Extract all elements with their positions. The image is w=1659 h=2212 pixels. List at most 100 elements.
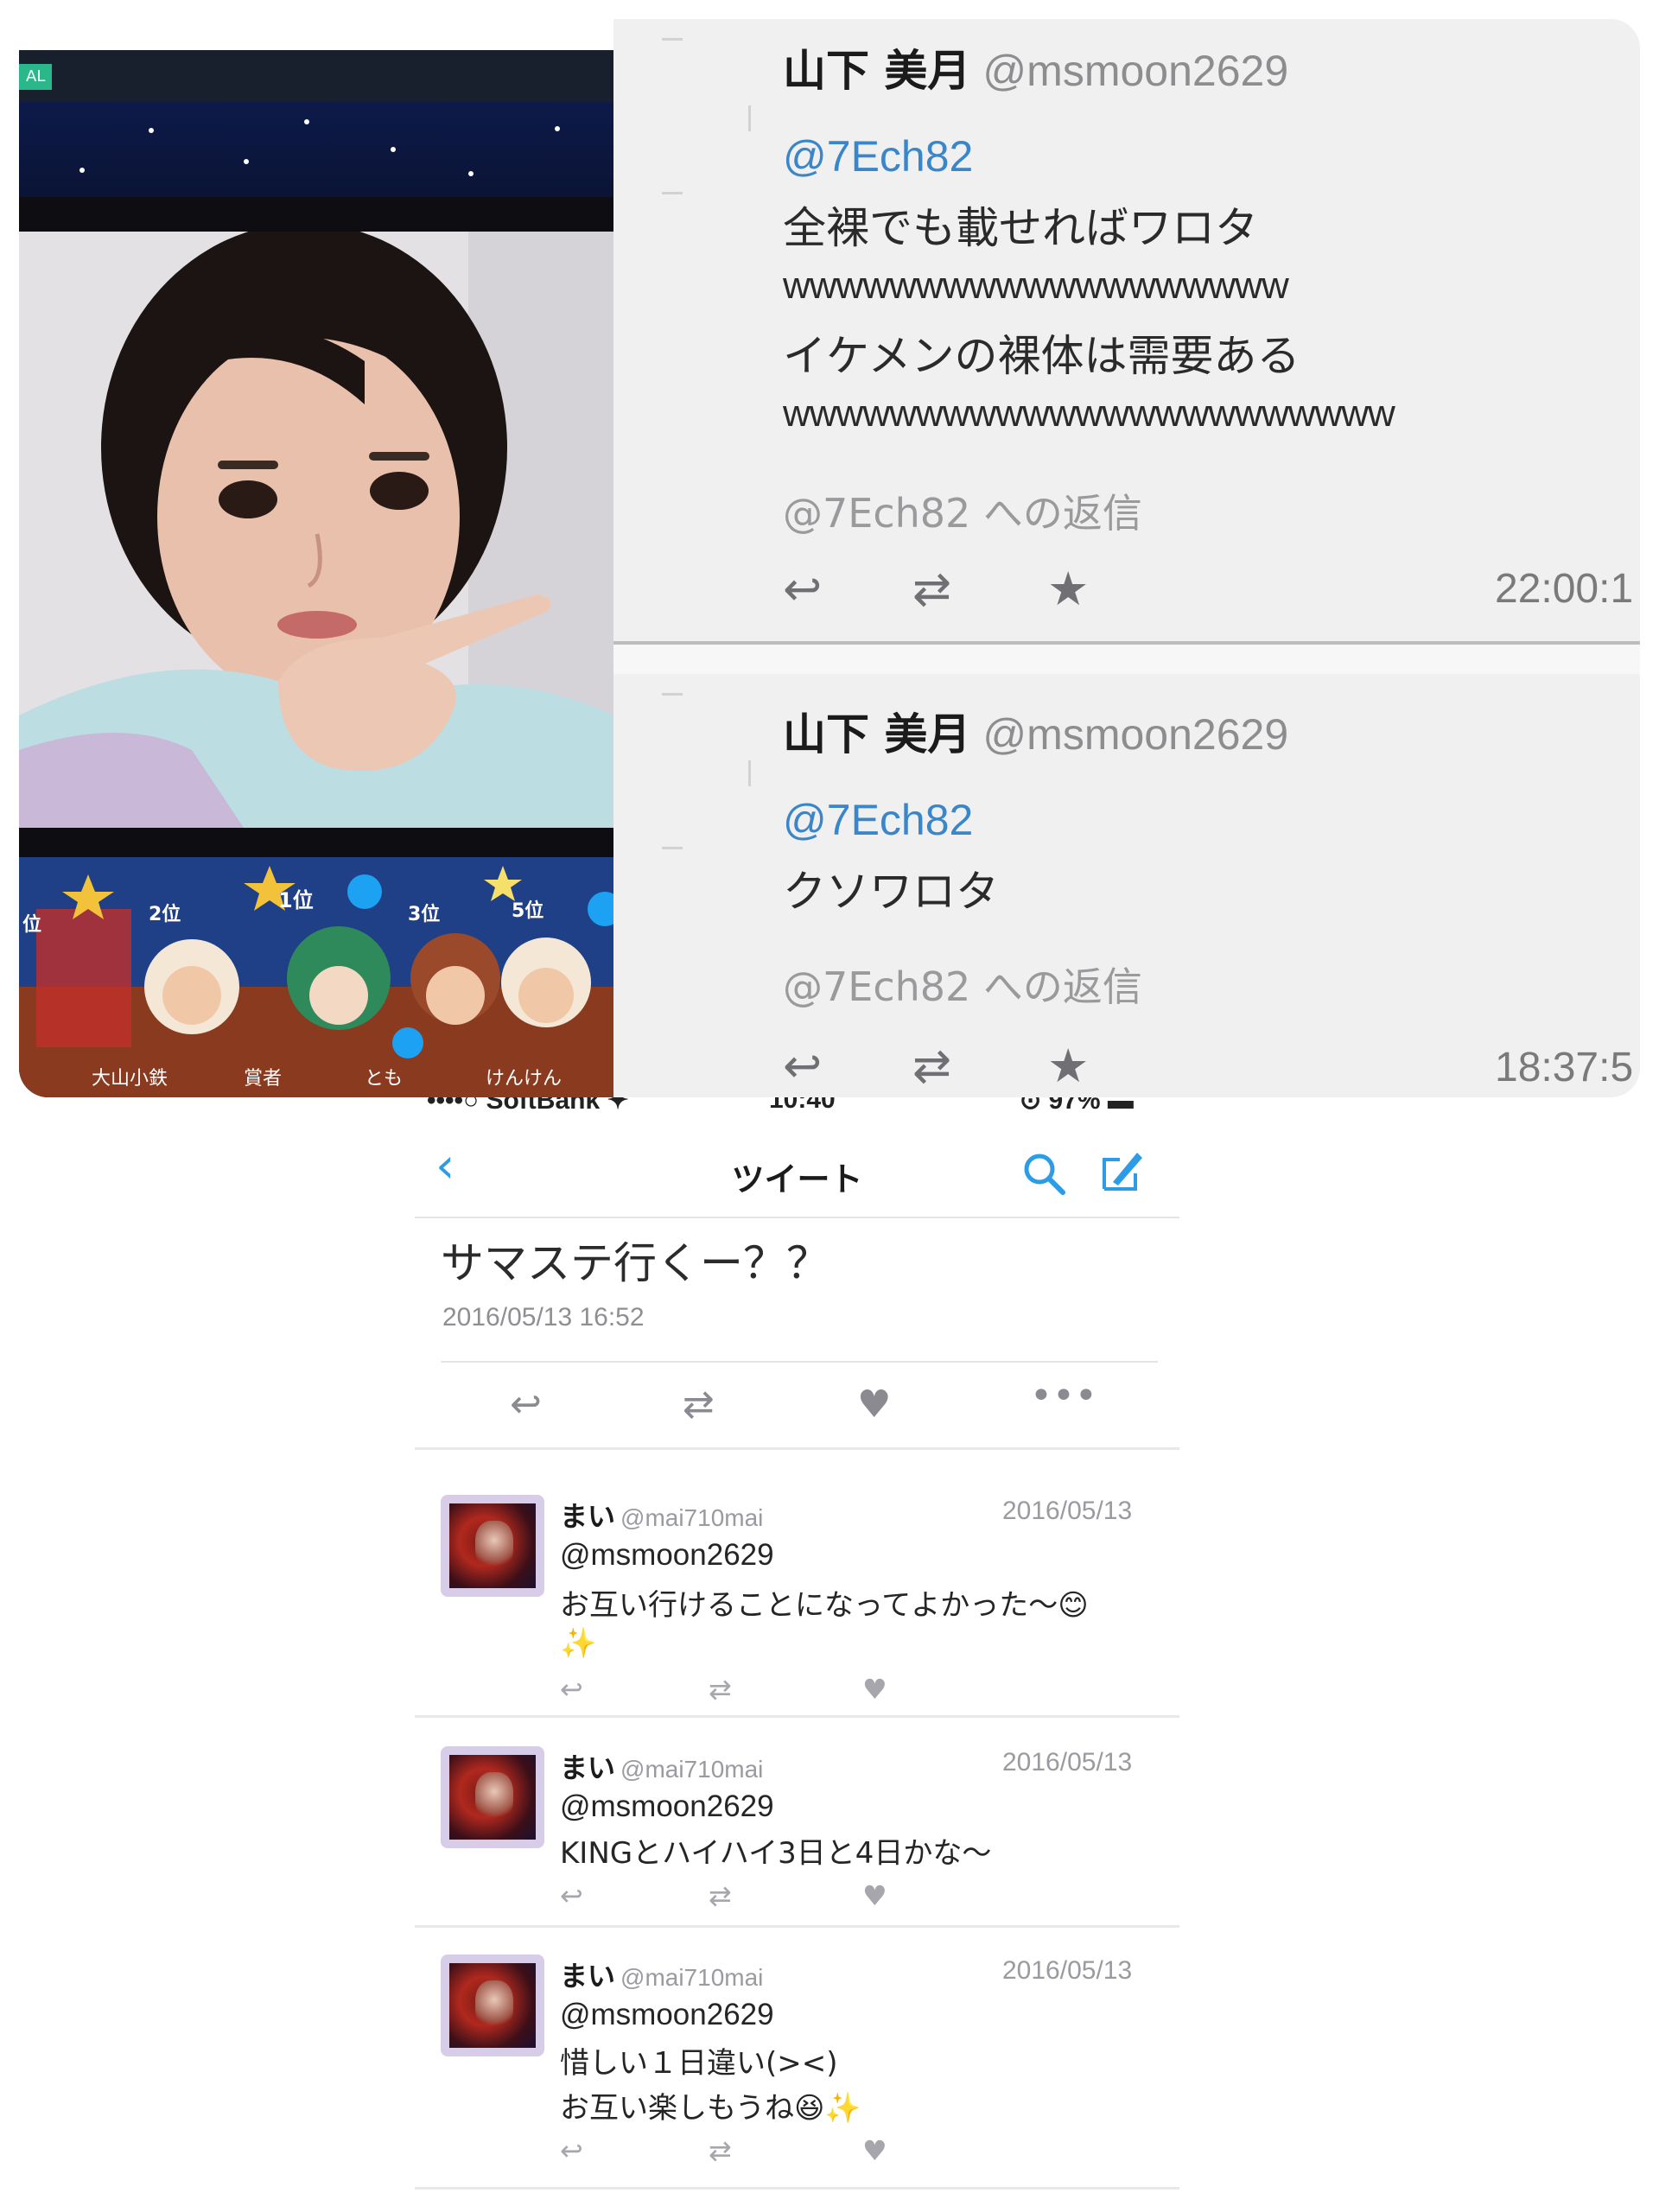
reply-date: 2016/05/13 [1002, 1497, 1133, 1525]
reply-text-line: KINGとハイハイ3日と4日かな〜 [560, 1836, 992, 1871]
heart-icon[interactable]: ♥ [857, 1382, 891, 1427]
video-header-bar [19, 50, 613, 102]
reply-icon[interactable]: ↩ [560, 1879, 583, 1912]
carrier-label: ••••○ SoftBank ✦ [427, 1097, 629, 1115]
reply-tweet[interactable]: まい @mai710mai 2016/05/13 @msmoon2629 お互い行… [415, 1469, 1179, 1718]
mention-link[interactable]: @7Ech82 [783, 795, 973, 845]
player-name: 賞者 [244, 1068, 283, 1090]
retweet-icon[interactable]: ⇄ [912, 562, 951, 616]
video-letterbox-top [19, 197, 613, 232]
reply-icon[interactable]: ↩ [560, 1673, 583, 1706]
tweet-text-line: wwwwwwwwwwwwwwwwwww [783, 264, 1289, 307]
mention-link[interactable]: @msmoon2629 [560, 1998, 774, 2032]
star-icon[interactable]: ★ [1047, 1039, 1089, 1093]
reply-author-name: まい [560, 1751, 616, 1784]
thread-line-fragment [662, 38, 683, 41]
in-reply-to-label[interactable]: @7Ech82 への返信 [783, 482, 1142, 539]
heart-icon[interactable]: ♥ [862, 1673, 887, 1706]
thread-line-fragment [662, 693, 683, 696]
reply-date: 2016/05/13 [1002, 1956, 1133, 1985]
reply-icon[interactable]: ↩ [783, 562, 822, 616]
avatar[interactable] [441, 1746, 544, 1848]
thread-line-fragment [662, 847, 683, 849]
tweet-gap [613, 645, 1640, 674]
status-bar: ••••○ SoftBank ✦ 10:40 ⊙ 97% ▬ [415, 1097, 1179, 1123]
retweet-icon[interactable]: ⇄ [709, 1673, 732, 1706]
live-stream-video: AL 2位 1位 3位 5位 位 大山小鉄 賞者 とも けんけん [19, 19, 613, 1097]
reply-author-handle: @mai710mai [620, 1504, 764, 1531]
author-name: 山下 美月 [783, 709, 971, 760]
game-ranking-strip: 2位 1位 3位 5位 位 大山小鉄 賞者 とも けんけん [19, 857, 613, 1097]
enlarged-tweet: 山下 美月 @msmoon2629 @7Ech82 全裸でも載せればワロタ www… [613, 19, 1640, 641]
thread-line-fragment [748, 105, 751, 131]
reply-tweet[interactable]: まい @mai710mai 2016/05/13 @msmoon2629 惜しい１… [415, 1930, 1179, 2190]
avatar[interactable] [441, 1955, 544, 2056]
streamer-figure [19, 232, 613, 828]
tweet-actions: ↩ ⇄ ★ [783, 1039, 1094, 1093]
reply-text-line: 惜しい１日違い(><) [560, 2046, 838, 2081]
rank-label: 3位 [408, 904, 441, 925]
rank-label: 5位 [512, 900, 544, 922]
tweet-time: 22:00:1 [1495, 566, 1634, 612]
tweet-time: 18:37:5 [1495, 1045, 1634, 1090]
video-letterbox-bottom [19, 828, 613, 857]
search-icon[interactable] [1020, 1149, 1068, 1198]
thread-line-fragment [748, 760, 751, 786]
main-tweet-actions: ↩ ⇄ ♥ ••• [415, 1363, 1179, 1450]
retweet-icon[interactable]: ⇄ [912, 1039, 951, 1093]
player-name: とも [365, 1068, 404, 1090]
author-handle: @msmoon2629 [982, 47, 1289, 95]
clock: 10:40 [769, 1097, 836, 1114]
reply-icon[interactable]: ↩ [783, 1039, 822, 1093]
tweet-author[interactable]: 山下 美月 @msmoon2629 [783, 700, 1288, 762]
reply-author[interactable]: まい @mai710mai [560, 1746, 763, 1786]
in-reply-to-label[interactable]: @7Ech82 への返信 [783, 956, 1142, 1013]
retweet-icon[interactable]: ⇄ [709, 1879, 732, 1912]
reply-author-handle: @mai710mai [620, 1756, 764, 1783]
star-icon[interactable]: ★ [1047, 562, 1089, 616]
compose-icon[interactable] [1097, 1147, 1146, 1196]
player-name: けんけん [486, 1068, 563, 1090]
reply-author[interactable]: まい @mai710mai [560, 1495, 763, 1535]
tweet-text-line: クソワロタ [783, 867, 999, 917]
thread-line-fragment [662, 192, 683, 194]
tweet-text-line: イケメンの裸体は需要ある [783, 331, 1300, 381]
rank-label: 位 [22, 914, 42, 936]
live-badge: AL [19, 64, 53, 90]
avatar[interactable] [441, 1495, 544, 1597]
tweet-actions: ↩ ⇄ ★ [783, 562, 1094, 616]
reply-icon[interactable]: ↩ [560, 2134, 583, 2167]
rank-label: 2位 [149, 904, 181, 925]
star-background-strip [19, 102, 613, 197]
heart-icon[interactable]: ♥ [862, 1879, 887, 1912]
reply-author-name: まい [560, 1960, 616, 1993]
player-name: 大山小鉄 [92, 1068, 168, 1090]
reply-author[interactable]: まい @mai710mai [560, 1955, 763, 1994]
divider [441, 1361, 1158, 1363]
game-characters [19, 857, 613, 1097]
reply-text-line: お互い行けることになってよかった〜😊 [560, 1588, 1089, 1623]
streamer-video-frame [19, 232, 613, 828]
reply-author-handle: @mai710mai [620, 1964, 764, 1991]
battery-indicator: ⊙ 97% ▬ [1020, 1097, 1134, 1115]
author-handle: @msmoon2629 [982, 710, 1289, 759]
mention-link[interactable]: @msmoon2629 [560, 1538, 774, 1573]
nav-bar: ‹ ツイート [415, 1123, 1179, 1218]
main-tweet-text: サマステ行くー？？ [441, 1238, 830, 1288]
twitter-app-screenshot: ••••○ SoftBank ✦ 10:40 ⊙ 97% ▬ ‹ ツイート サマ… [415, 1097, 1179, 2212]
more-icon[interactable]: ••• [1030, 1374, 1097, 1418]
retweet-icon[interactable]: ⇄ [709, 2134, 732, 2167]
reply-icon[interactable]: ↩ [510, 1382, 542, 1427]
main-tweet-date: 2016/05/13 16:52 [442, 1303, 645, 1332]
tweet-text-line: wwwwwwwwwwwwwwwwwwwwwww [783, 392, 1395, 435]
mention-link[interactable]: @msmoon2629 [560, 1789, 774, 1824]
retweet-icon[interactable]: ⇄ [683, 1382, 715, 1427]
mention-link[interactable]: @7Ech82 [783, 131, 973, 181]
heart-icon[interactable]: ♥ [862, 2134, 887, 2167]
reply-author-name: まい [560, 1500, 616, 1533]
tweet-author[interactable]: 山下 美月 @msmoon2629 [783, 36, 1288, 99]
tweet-text-line: 全裸でも載せればワロタ [783, 203, 1258, 253]
top-collage: AL 2位 1位 3位 5位 位 大山小鉄 賞者 とも けんけん 山下 美月 @… [19, 19, 1640, 1097]
reply-date: 2016/05/13 [1002, 1748, 1133, 1777]
reply-tweet[interactable]: まい @mai710mai 2016/05/13 @msmoon2629 KING… [415, 1720, 1179, 1928]
